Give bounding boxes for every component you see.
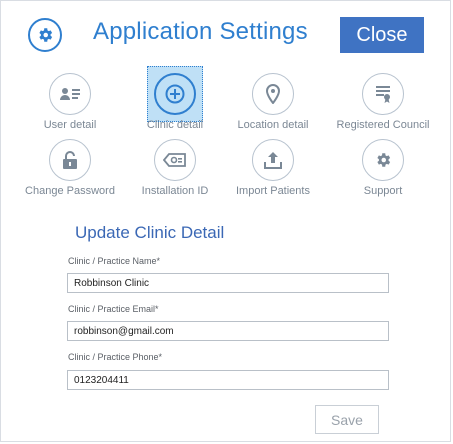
nav-item-support[interactable]: Support <box>328 139 438 197</box>
user-card-icon <box>49 73 91 115</box>
nav-label: Installation ID <box>141 185 209 197</box>
header-gear-icon <box>28 18 62 52</box>
nav-label: Clinic detail <box>146 119 204 131</box>
clinic-name-label: Clinic / Practice Name* <box>68 256 161 266</box>
nav-item-user-detail[interactable]: User detail <box>15 73 125 131</box>
nav-item-location-detail[interactable]: Location detail <box>218 73 328 131</box>
clinic-email-label: Clinic / Practice Email* <box>68 304 159 314</box>
upload-icon <box>252 139 294 181</box>
save-button[interactable]: Save <box>315 405 379 434</box>
nav-item-change-password[interactable]: Change Password <box>15 139 125 197</box>
clinic-email-input[interactable]: robbinson@gmail.com <box>67 321 389 341</box>
clinic-name-input[interactable]: Robbinson Clinic <box>67 273 389 293</box>
nav-item-clinic-detail[interactable]: Clinic detail <box>120 73 230 131</box>
id-tag-icon <box>154 139 196 181</box>
nav-label: Change Password <box>25 185 115 197</box>
gear-icon <box>362 139 404 181</box>
nav-label: User detail <box>43 119 97 131</box>
nav-item-import-patients[interactable]: Import Patients <box>218 139 328 197</box>
location-pin-icon <box>252 73 294 115</box>
clinic-phone-input[interactable]: 0123204411 <box>67 370 389 390</box>
nav-item-installation-id[interactable]: Installation ID <box>120 139 230 197</box>
unlock-icon <box>49 139 91 181</box>
page-title: Application Settings <box>93 18 308 45</box>
certificate-icon <box>362 73 404 115</box>
nav-label: Location detail <box>237 119 309 131</box>
nav-label: Registered Council <box>336 119 430 131</box>
clinic-phone-label: Clinic / Practice Phone* <box>68 352 163 362</box>
nav-label: Import Patients <box>236 185 310 197</box>
form-title: Update Clinic Detail <box>75 223 225 242</box>
nav-item-registered-council[interactable]: Registered Council <box>328 73 438 131</box>
close-button[interactable]: Close <box>340 17 424 53</box>
plus-circle-icon <box>154 73 196 115</box>
nav-label: Support <box>363 185 403 197</box>
